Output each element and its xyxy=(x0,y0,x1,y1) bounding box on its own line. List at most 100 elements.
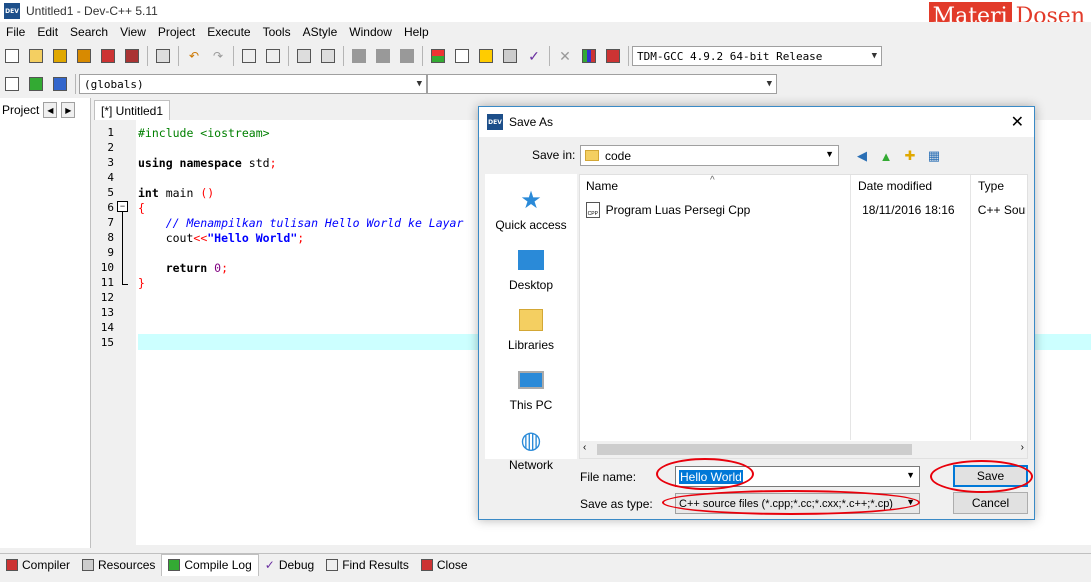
column-date-modified[interactable]: Date modified xyxy=(858,179,932,193)
place-label: Network xyxy=(508,458,553,472)
tab-label: Close xyxy=(436,557,468,572)
stop-execution-icon[interactable]: ✕ xyxy=(555,46,575,66)
compile-log-icon xyxy=(168,559,181,571)
save-in-select[interactable]: code ▼ xyxy=(580,145,839,166)
back-icon[interactable]: ◀ xyxy=(853,147,871,165)
fold-toggle-icon[interactable]: − xyxy=(117,201,128,212)
dialog-close-icon[interactable]: ✕ xyxy=(1011,112,1024,132)
delete-profile-icon[interactable] xyxy=(603,46,623,66)
scroll-right-icon[interactable]: › xyxy=(1021,442,1024,453)
goto-bookmark-icon[interactable] xyxy=(373,46,393,66)
find-results-icon xyxy=(326,558,339,571)
string-literal: "Hello World" xyxy=(207,231,298,245)
up-folder-icon[interactable]: ▲ xyxy=(877,147,895,165)
folder-icon xyxy=(585,150,599,161)
compile-icon[interactable] xyxy=(428,46,448,66)
menu-project[interactable]: Project xyxy=(152,25,201,39)
member-select[interactable]: ▼ xyxy=(427,74,777,94)
close-file-icon[interactable] xyxy=(98,46,118,66)
file-name-value: Hello World xyxy=(679,469,743,484)
file-name-label: File name: xyxy=(580,470,637,484)
place-quick-access[interactable]: ★ Quick access xyxy=(485,186,577,233)
place-network[interactable]: ◍ Network xyxy=(485,426,577,473)
rebuild-icon[interactable] xyxy=(500,46,520,66)
bookmark-icon[interactable] xyxy=(349,46,369,66)
redo-icon[interactable]: ↷ xyxy=(208,46,228,66)
save-button[interactable]: Save xyxy=(953,465,1028,487)
compile-run-icon[interactable] xyxy=(476,46,496,66)
tab-scroll-left-icon[interactable]: ◀ xyxy=(43,102,58,118)
debug-icon: ✓ xyxy=(264,557,275,572)
place-desktop[interactable]: Desktop xyxy=(485,246,577,292)
scope-select[interactable]: (globals) ▼ xyxy=(79,74,427,94)
undo-icon[interactable]: ↶ xyxy=(184,46,204,66)
toggle-comment-icon[interactable] xyxy=(397,46,417,66)
profile-icon[interactable] xyxy=(579,46,599,66)
print-icon[interactable] xyxy=(153,46,173,66)
main-toolbar: ↶ ↷ ✓ ✕ TDM-GCC 4.9.2 64-bit Release ▼ xyxy=(0,42,1091,70)
line-number: 1 xyxy=(107,126,114,139)
tab-find-results[interactable]: Find Results xyxy=(320,554,415,576)
horizontal-scrollbar[interactable]: ‹ › xyxy=(580,441,1027,458)
menu-help[interactable]: Help xyxy=(398,25,435,39)
title-bar: DEV Untitled1 - Dev-C++ 5.11 Materi Dose… xyxy=(0,0,1091,32)
tab-debug[interactable]: ✓ Debug xyxy=(259,554,320,576)
menu-search[interactable]: Search xyxy=(64,25,114,39)
open-file-icon[interactable] xyxy=(26,46,46,66)
menu-file[interactable]: File xyxy=(0,25,31,39)
menu-edit[interactable]: Edit xyxy=(31,25,64,39)
new-folder-icon[interactable]: ✚ xyxy=(901,147,919,165)
syntax-check-icon[interactable]: ✓ xyxy=(524,46,544,66)
indent-icon[interactable] xyxy=(294,46,314,66)
file-name-input[interactable]: Hello World ▼ xyxy=(675,466,920,487)
save-in-label: Save in: xyxy=(532,148,576,162)
places-bar: ★ Quick access Desktop Libraries This PC… xyxy=(485,174,577,472)
place-libraries[interactable]: Libraries xyxy=(485,306,577,352)
project-tab[interactable]: Project ◀ ▶ xyxy=(2,100,76,120)
tab-label: Debug xyxy=(278,557,315,572)
menu-astyle[interactable]: AStyle xyxy=(297,25,344,39)
file-row[interactable]: CPP Program Luas Persegi Cpp 18/11/2016 … xyxy=(586,201,1026,219)
unindent-icon[interactable] xyxy=(318,46,338,66)
jump-to-function-icon[interactable] xyxy=(50,74,70,94)
view-menu-icon[interactable]: ▦ xyxy=(925,147,943,165)
save-icon[interactable] xyxy=(50,46,70,66)
tab-close[interactable]: Close xyxy=(415,554,474,576)
menu-view[interactable]: View xyxy=(114,25,152,39)
code-line: { xyxy=(138,201,145,215)
column-name[interactable]: Name xyxy=(586,179,618,193)
cancel-button[interactable]: Cancel xyxy=(953,492,1028,514)
tab-compiler[interactable]: Compiler xyxy=(0,554,76,576)
menu-execute[interactable]: Execute xyxy=(201,25,256,39)
save-all-icon[interactable] xyxy=(74,46,94,66)
tab-scroll-right-icon[interactable]: ▶ xyxy=(61,102,76,118)
close-all-icon[interactable] xyxy=(122,46,142,66)
tab-compile-log[interactable]: Compile Log xyxy=(161,553,259,576)
goto-icon[interactable] xyxy=(26,74,46,94)
run-icon[interactable] xyxy=(452,46,472,66)
code-line: #include <iostream> xyxy=(138,126,270,140)
find-icon[interactable] xyxy=(239,46,259,66)
menu-window[interactable]: Window xyxy=(343,25,398,39)
insert-icon[interactable] xyxy=(2,74,22,94)
compiler-select[interactable]: TDM-GCC 4.9.2 64-bit Release ▼ xyxy=(632,46,882,66)
tab-untitled1[interactable]: [*] Untitled1 xyxy=(94,100,171,120)
keyword: int xyxy=(138,186,159,200)
scroll-thumb[interactable] xyxy=(597,444,912,455)
menu-tools[interactable]: Tools xyxy=(257,25,297,39)
symbol: ; xyxy=(221,261,229,275)
chevron-down-icon[interactable]: ▼ xyxy=(906,470,915,480)
replace-icon[interactable] xyxy=(263,46,283,66)
toolbar-separator xyxy=(549,46,550,66)
file-list[interactable]: ^ Name Date modified Type CPP Program Lu… xyxy=(579,174,1028,459)
scroll-left-icon[interactable]: ‹ xyxy=(583,442,586,453)
place-label: Desktop xyxy=(508,278,554,292)
preprocessor-directive: #include <iostream> xyxy=(138,126,270,140)
save-in-value: code xyxy=(605,148,632,163)
column-type[interactable]: Type xyxy=(978,179,1004,193)
save-as-type-select[interactable]: C++ source files (*.cpp;*.cc;*.cxx;*.c++… xyxy=(675,493,920,514)
tab-resources[interactable]: Resources xyxy=(76,554,161,576)
resources-icon xyxy=(82,558,95,571)
place-this-pc[interactable]: This PC xyxy=(485,366,577,412)
new-file-icon[interactable] xyxy=(2,46,22,66)
